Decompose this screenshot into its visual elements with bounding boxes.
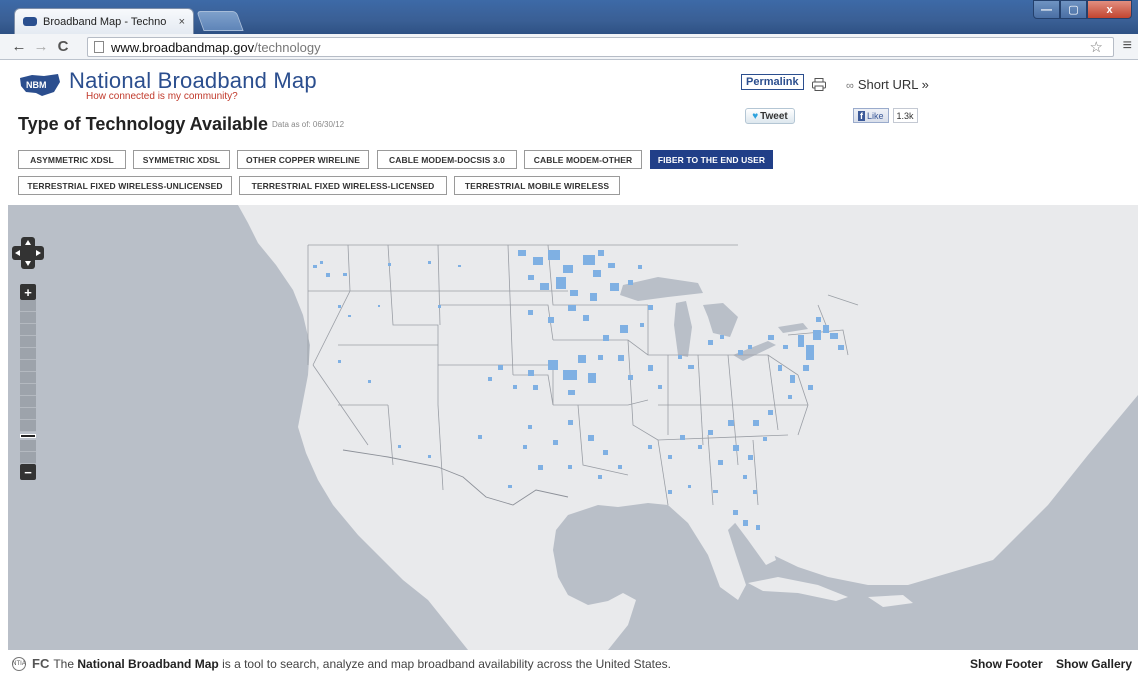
tech-button-asymmetric-xdsl[interactable]: ASYMMETRIC XDSL: [18, 150, 126, 169]
page-footer: NTIA FC The National Broadband Map is a …: [0, 652, 1138, 675]
site-tagline: How connected is my community?: [86, 91, 238, 102]
tech-button-fiber-to-end-user[interactable]: FIBER TO THE END USER: [650, 150, 773, 169]
map-canvas[interactable]: [8, 205, 1138, 650]
footer-links: Show Footer Show Gallery: [960, 657, 1132, 671]
facebook-icon: f: [858, 110, 865, 121]
zoom-level-step[interactable]: [20, 408, 36, 420]
close-window-button[interactable]: x: [1087, 0, 1132, 19]
zoom-level-step[interactable]: [20, 396, 36, 408]
bookmark-star-icon[interactable]: ☆: [1090, 38, 1103, 56]
tweet-button[interactable]: ♥ Tweet: [745, 108, 795, 124]
reload-icon[interactable]: C: [52, 38, 74, 55]
browser-titlebar: Broadband Map - Techno × — ▢ x: [0, 0, 1138, 34]
facebook-like-count: 1.3k: [892, 108, 918, 123]
hispaniola-island: [868, 595, 913, 607]
zoom-level-step[interactable]: [20, 384, 36, 396]
window-controls: — ▢ x: [1033, 0, 1132, 19]
tech-button-symmetric-xdsl[interactable]: SYMMETRIC XDSL: [133, 150, 230, 169]
zoom-level-step[interactable]: [20, 336, 36, 348]
footer-text-rest: is a tool to search, analyze and map bro…: [222, 656, 671, 671]
browser-toolbar: ← → C www.broadbandmap.gov/technology ☆ …: [0, 34, 1138, 60]
zoom-out-button[interactable]: −: [20, 464, 36, 480]
tech-button-mobile-wireless[interactable]: TERRESTRIAL MOBILE WIRELESS: [454, 176, 620, 195]
url-host: www.broadbandmap.gov: [111, 39, 255, 55]
zoom-level-step[interactable]: [20, 452, 36, 464]
twitter-bird-icon: ♥: [752, 110, 759, 122]
zoom-slider-thumb[interactable]: [20, 434, 36, 438]
chain-link-icon: ∞: [846, 80, 854, 92]
page-title: Type of Technology Available: [18, 114, 269, 134]
ntia-seal-icon[interactable]: NTIA: [12, 656, 26, 671]
short-url-label: Short URL »: [857, 77, 929, 92]
minimize-button[interactable]: —: [1033, 0, 1060, 19]
facebook-like-button[interactable]: f Like: [853, 108, 889, 123]
forward-arrow-icon[interactable]: →: [30, 38, 52, 55]
page-icon: [94, 41, 104, 53]
new-tab-button[interactable]: [196, 11, 244, 31]
tab-title: Broadband Map - Techno: [43, 15, 167, 28]
print-icon[interactable]: [812, 78, 826, 91]
zoom-level-step[interactable]: [20, 420, 36, 432]
nbm-logo-icon[interactable]: NBM: [18, 72, 62, 98]
facebook-like-label: Like: [867, 110, 884, 121]
nbm-favicon-icon: [23, 17, 37, 26]
footer-description: The National Broadband Map is a tool to …: [53, 657, 671, 671]
tab-close-icon[interactable]: ×: [179, 16, 185, 28]
permalink-button[interactable]: Permalink: [741, 74, 804, 90]
show-gallery-link[interactable]: Show Gallery: [1056, 657, 1132, 671]
tech-button-fixed-wireless-licensed[interactable]: TERRESTRIAL FIXED WIRELESS-LICENSED: [239, 176, 447, 195]
zoom-level-step[interactable]: [20, 372, 36, 384]
zoom-level-step[interactable]: [20, 440, 36, 452]
short-url-link[interactable]: ∞ Short URL »: [846, 77, 929, 92]
address-bar[interactable]: www.broadbandmap.gov/technology ☆: [87, 37, 1114, 57]
back-arrow-icon[interactable]: ←: [8, 38, 30, 55]
footer-text-prefix: The: [53, 656, 75, 671]
tech-button-cable-modem-docsis[interactable]: CABLE MODEM-DOCSIS 3.0: [377, 150, 517, 169]
footer-text-bold: National Broadband Map: [77, 656, 219, 671]
tech-button-other-copper-wireline[interactable]: OTHER COPPER WIRELINE: [237, 150, 369, 169]
zoom-level-step[interactable]: [20, 300, 36, 312]
zoom-level-step[interactable]: [20, 348, 36, 360]
cuba-island: [748, 577, 848, 601]
zoom-level-step[interactable]: [20, 312, 36, 324]
maximize-button[interactable]: ▢: [1060, 0, 1087, 19]
north-america-land: [238, 205, 1138, 650]
browser-tab[interactable]: Broadband Map - Techno ×: [14, 8, 194, 34]
url-path: /technology: [254, 39, 321, 55]
zoom-control[interactable]: + −: [20, 284, 36, 480]
browser-menu-icon[interactable]: ≡: [1123, 37, 1132, 55]
pan-control[interactable]: [12, 237, 44, 269]
broadband-map[interactable]: [8, 205, 1138, 650]
data-date: Data as of: 06/30/12: [272, 120, 345, 129]
zoom-level-step[interactable]: [20, 360, 36, 372]
facebook-like[interactable]: f Like 1.3k: [853, 108, 918, 123]
fcc-logo-icon[interactable]: FC: [32, 656, 49, 671]
tweet-label: Tweet: [760, 110, 788, 122]
zoom-in-button[interactable]: +: [20, 284, 36, 300]
tech-button-cable-modem-other[interactable]: CABLE MODEM-OTHER: [524, 150, 642, 169]
zoom-level-step[interactable]: [20, 324, 36, 336]
show-footer-link[interactable]: Show Footer: [970, 657, 1043, 671]
tech-button-fixed-wireless-unlicensed[interactable]: TERRESTRIAL FIXED WIRELESS-UNLICENSED: [18, 176, 232, 195]
logo-text: NBM: [26, 80, 47, 90]
